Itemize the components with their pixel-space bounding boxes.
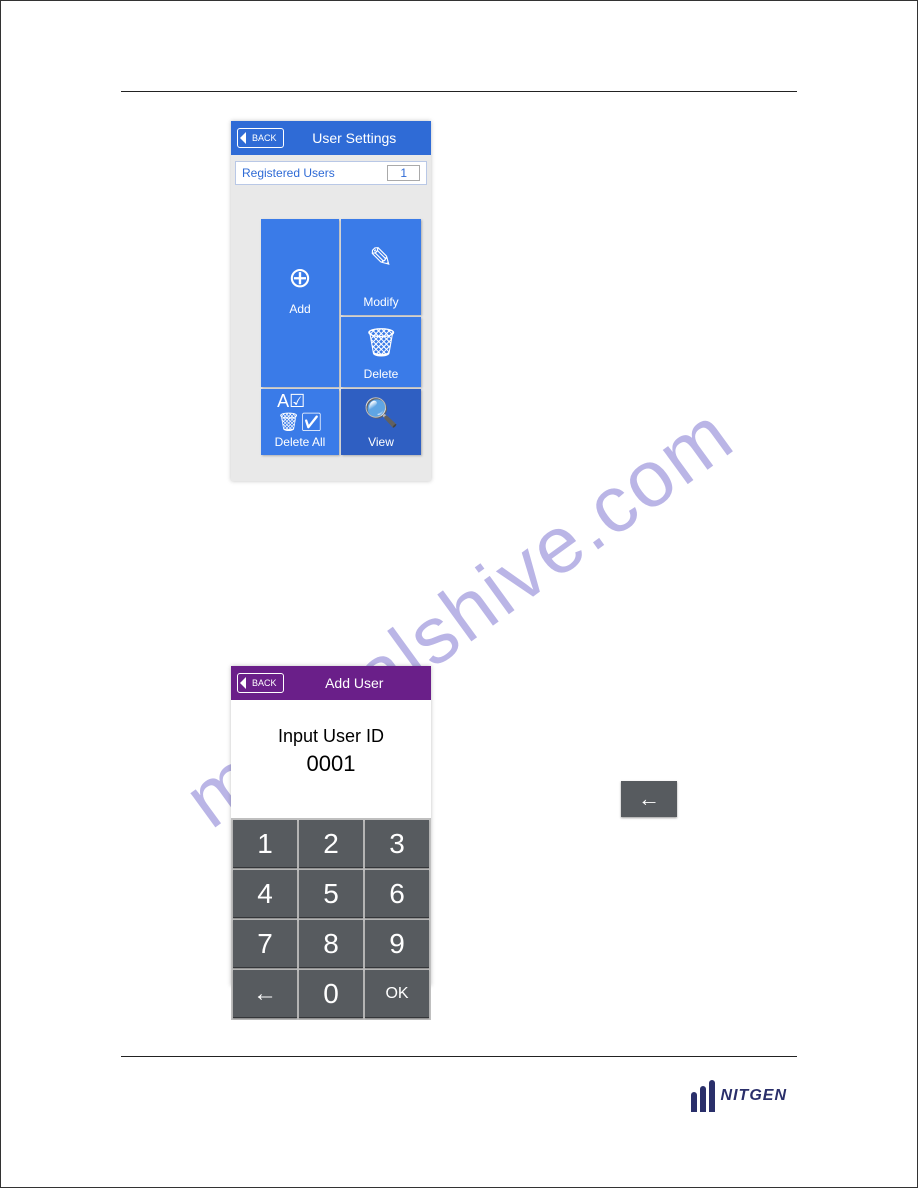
trash-icon: 🗑	[363, 317, 399, 367]
key-backspace[interactable]: ←	[233, 970, 297, 1018]
delete-label: Delete	[364, 367, 399, 381]
input-area: Input User ID 0001	[231, 700, 431, 818]
modify-tile[interactable]: ✎ Modify	[341, 219, 421, 315]
plus-icon: ⊕	[288, 261, 311, 294]
key-9[interactable]: 9	[365, 920, 429, 968]
brand-bars-icon	[691, 1080, 715, 1112]
registered-users-bar: Registered Users 1	[235, 161, 427, 185]
view-tile[interactable]: 🔍 View	[341, 389, 421, 455]
brand-logo: NITGEN	[691, 1080, 787, 1112]
registered-count: 1	[387, 165, 420, 181]
side-backspace-key[interactable]: ←	[621, 781, 677, 817]
input-value: 0001	[231, 751, 431, 777]
document-page: manualshive.com BACK User Settings Regis…	[0, 0, 918, 1188]
key-1[interactable]: 1	[233, 820, 297, 868]
registered-label: Registered Users	[242, 166, 335, 180]
titlebar: BACK User Settings	[231, 121, 431, 155]
edit-icon: ✎	[369, 219, 392, 295]
screen-title: Add User	[284, 675, 425, 691]
key-6[interactable]: 6	[365, 870, 429, 918]
back-button[interactable]: BACK	[237, 673, 284, 693]
delete-all-tile[interactable]: A☑🗑☑ Delete All	[261, 389, 339, 455]
modify-label: Modify	[363, 295, 398, 309]
key-8[interactable]: 8	[299, 920, 363, 968]
key-0[interactable]: 0	[299, 970, 363, 1018]
key-3[interactable]: 3	[365, 820, 429, 868]
add-label: Add	[289, 302, 310, 316]
view-label: View	[368, 435, 394, 449]
add-user-screen: BACK Add User Input User ID 0001 1 2 3 4…	[231, 666, 431, 986]
key-ok[interactable]: OK	[365, 970, 429, 1018]
screen-title: User Settings	[284, 130, 425, 146]
bottom-rule	[121, 1056, 797, 1057]
brand-name: NITGEN	[721, 1087, 787, 1105]
key-5[interactable]: 5	[299, 870, 363, 918]
add-tile[interactable]: ⊕ Add	[261, 219, 339, 387]
action-tiles: ⊕ Add ✎ Modify 🗑 Delete A☑🗑☑ Delete All …	[261, 219, 421, 455]
top-rule	[121, 91, 797, 92]
key-4[interactable]: 4	[233, 870, 297, 918]
search-icon: 🔍	[364, 389, 399, 435]
titlebar: BACK Add User	[231, 666, 431, 700]
delete-all-icon: A☑🗑☑	[277, 389, 323, 435]
content-area: manualshive.com BACK User Settings Regis…	[61, 21, 857, 1167]
delete-all-label: Delete All	[275, 435, 326, 449]
input-prompt: Input User ID	[231, 726, 431, 747]
delete-tile[interactable]: 🗑 Delete	[341, 317, 421, 387]
key-7[interactable]: 7	[233, 920, 297, 968]
back-button[interactable]: BACK	[237, 128, 284, 148]
user-settings-screen: BACK User Settings Registered Users 1 ⊕ …	[231, 121, 431, 481]
key-2[interactable]: 2	[299, 820, 363, 868]
numeric-keypad: 1 2 3 4 5 6 7 8 9 ← 0 OK	[231, 818, 431, 1020]
